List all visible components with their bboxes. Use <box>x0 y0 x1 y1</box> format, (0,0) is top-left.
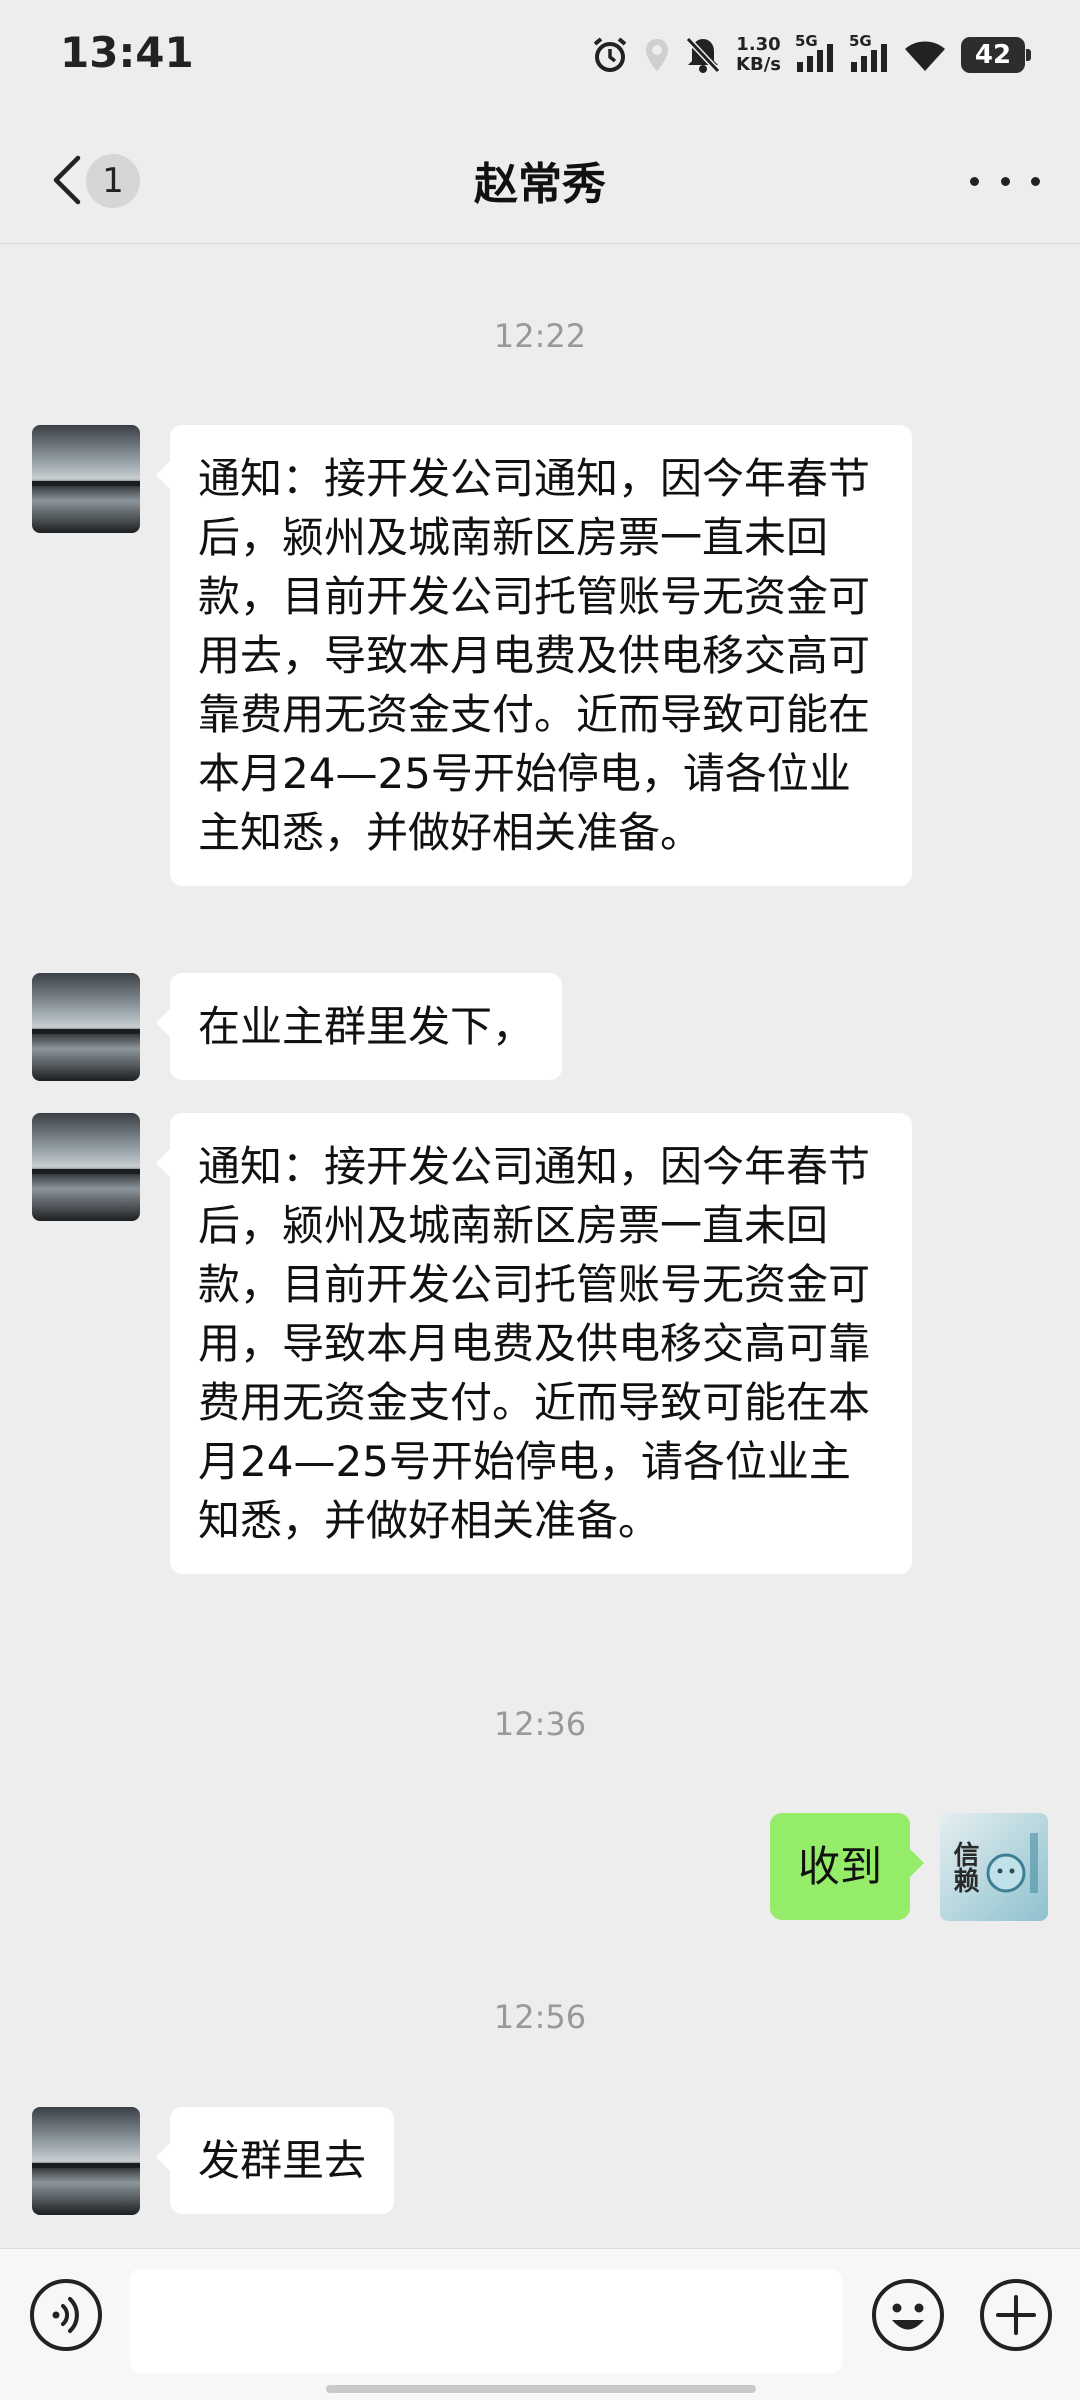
self-avatar[interactable]: 信赖 <box>940 1813 1048 1921</box>
message-text: 通知：接开发公司通知，因今年春节后，颍州及城南新区房票一直未回款，目前开发公司托… <box>198 454 871 857</box>
contact-avatar[interactable] <box>32 425 140 533</box>
net-speed: 1.30 KB/s <box>736 35 781 75</box>
status-time: 13:41 <box>60 28 194 77</box>
chat-title: 赵常秀 <box>474 159 606 210</box>
input-bar <box>0 2248 1080 2400</box>
message-bubble-received[interactable]: 发群里去 <box>155 2107 395 2214</box>
status-bar: 13:41 1.30 KB/s 5G 5G 42 <box>0 0 1080 110</box>
contact-avatar[interactable] <box>32 1113 140 1221</box>
message-bubble-sent[interactable]: 收到 <box>769 1813 925 1920</box>
message-bubble-received[interactable]: 通知：接开发公司通知，因今年春节后，颍州及城南新区房票一直未回款，目前开发公司托… <box>156 425 912 886</box>
plus-icon <box>980 2279 1052 2351</box>
message-timestamp: 12:36 <box>493 1705 587 1743</box>
more-functions-button[interactable] <box>976 2275 1056 2355</box>
home-indicator[interactable] <box>326 2385 756 2393</box>
voice-icon <box>30 2279 102 2351</box>
more-dots-icon <box>970 176 979 186</box>
alarm-icon <box>593 37 627 72</box>
contact-avatar[interactable] <box>32 973 140 1081</box>
message-timestamp: 12:22 <box>493 317 587 355</box>
lake-photo-avatar <box>32 1113 140 1221</box>
lake-photo-avatar <box>32 2107 140 2215</box>
net-speed-unit: KB/s <box>736 54 781 75</box>
message-text: 通知：接开发公司通知，因今年春节后，颍州及城南新区房票一直未回款，目前开发公司托… <box>198 1142 871 1545</box>
emoji-button[interactable] <box>868 2275 948 2355</box>
status-icons: 1.30 KB/s 5G 5G 42 <box>590 30 1031 80</box>
message-list[interactable]: 12:22 通知：接开发公司通知，因今年春节后，颍州及城南新区房票一直未回款，目… <box>0 245 1080 2245</box>
signal-icon <box>797 44 833 72</box>
message-text: 发群里去 <box>198 2136 367 2185</box>
lake-photo-avatar <box>32 973 140 1081</box>
battery-indicator: 42 <box>961 37 1031 73</box>
signal-5g-1: 5G <box>795 32 835 74</box>
more-dot <box>1031 176 1040 186</box>
chat-header: 1 赵常秀 <box>0 110 1080 244</box>
message-input[interactable] <box>130 2269 842 2373</box>
net-speed-value: 1.30 <box>736 34 781 55</box>
signal-icon <box>851 44 887 72</box>
location-icon <box>646 39 669 71</box>
lake-photo-avatar <box>32 425 140 533</box>
message-text: 在业主群里发下， <box>198 1002 535 1051</box>
self-avatar-text: 信赖 <box>949 1841 979 1893</box>
voice-button[interactable] <box>26 2275 106 2355</box>
more-dot <box>1000 176 1010 186</box>
message-text: 收到 <box>797 1842 882 1891</box>
message-bubble-received[interactable]: 在业主群里发下， <box>155 973 563 1080</box>
battery-level: 42 <box>974 40 1012 70</box>
mute-bell-icon <box>685 36 721 74</box>
contact-avatar[interactable] <box>32 2107 140 2215</box>
wifi-icon <box>905 41 945 71</box>
message-bubble-received[interactable]: 通知：接开发公司通知，因今年春节后，颍州及城南新区房票一直未回款，目前开发公司托… <box>156 1113 912 1574</box>
more-options-button[interactable] <box>970 156 1040 206</box>
message-timestamp: 12:56 <box>493 1998 587 2036</box>
emoji-icon <box>872 2279 944 2351</box>
signal-5g-2: 5G <box>849 32 889 74</box>
